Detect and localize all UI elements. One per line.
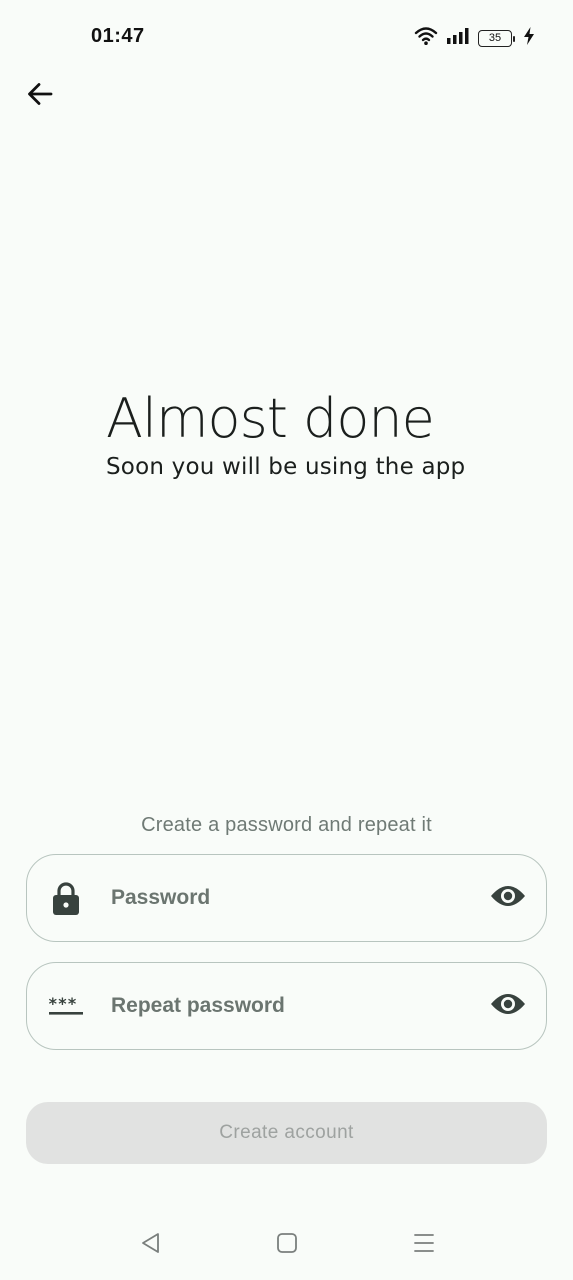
nav-back-icon bbox=[140, 1232, 162, 1259]
eye-icon bbox=[490, 992, 526, 1021]
nav-home-icon bbox=[276, 1232, 298, 1259]
status-icons: 35 bbox=[414, 26, 535, 51]
arrow-back-icon bbox=[26, 80, 54, 113]
battery-icon: 35 bbox=[478, 30, 515, 47]
page-subtitle: Soon you will be using the app bbox=[106, 454, 466, 480]
page-title: Almost done bbox=[106, 387, 435, 450]
form-instruction: Create a password and repeat it bbox=[141, 814, 432, 836]
nav-back-button[interactable] bbox=[133, 1229, 169, 1261]
show-password-button[interactable] bbox=[480, 870, 536, 926]
eye-icon bbox=[490, 884, 526, 913]
signal-icon bbox=[446, 27, 470, 50]
status-time: 01:47 bbox=[91, 25, 145, 47]
status-bar: 01:47 35 bbox=[0, 0, 573, 72]
nav-home-button[interactable] bbox=[269, 1229, 305, 1261]
lock-icon bbox=[43, 881, 89, 915]
repeat-password-field[interactable]: *** bbox=[26, 962, 547, 1050]
password-input[interactable] bbox=[109, 872, 480, 924]
svg-text:***: *** bbox=[48, 995, 77, 1013]
nav-recents-button[interactable] bbox=[406, 1229, 442, 1261]
charging-bolt-icon bbox=[523, 27, 535, 50]
nav-recents-icon bbox=[413, 1232, 435, 1259]
show-repeat-password-button[interactable] bbox=[480, 978, 536, 1034]
password-field[interactable] bbox=[26, 854, 547, 942]
system-nav-bar bbox=[0, 1215, 573, 1275]
repeat-password-input[interactable] bbox=[109, 980, 480, 1032]
create-account-button[interactable]: Create account bbox=[26, 1102, 547, 1164]
wifi-icon bbox=[414, 26, 438, 51]
heading-block: Almost done Soon you will be using the a… bbox=[106, 386, 465, 480]
password-dots-icon: *** bbox=[43, 995, 89, 1017]
battery-level: 35 bbox=[478, 30, 512, 47]
back-button[interactable] bbox=[18, 74, 62, 118]
